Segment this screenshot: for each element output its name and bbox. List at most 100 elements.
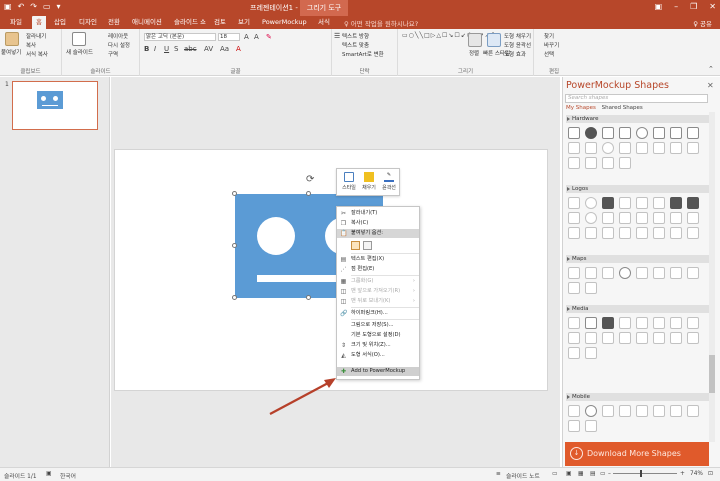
play-icon[interactable] [568,332,580,344]
select-button[interactable]: 선택 [544,50,554,58]
menu-size-position[interactable]: ⇕ 크기 및 위치(Z)... [337,341,419,350]
paste-label[interactable]: 붙여넣기 [1,48,21,56]
paste-options-icon[interactable] [351,241,360,250]
smartart-button[interactable]: SmartArt로 변환 [342,50,384,58]
zoom-in-icon[interactable]: + [680,471,685,477]
mobile-phone-icon[interactable] [619,405,631,417]
arrange-button[interactable]: 정렬 [469,49,479,57]
menu-bring-front[interactable]: ◫ 맨 앞으로 가져오기(R) › [337,287,419,296]
warning-icon[interactable] [602,405,614,417]
menu-hyperlink[interactable]: 🔗 하이퍼링크(H)... [337,309,419,318]
grow-font-icon[interactable]: A [244,33,249,41]
spellcheck-icon[interactable]: ▣ [46,471,51,477]
menu-icon[interactable] [670,405,682,417]
linkedin-logo-icon[interactable] [602,212,614,224]
menu-add-to-powermockup[interactable]: ✚ Add to PowerMockup [337,367,419,376]
download-more-shapes-button[interactable]: ↓ Download More Shapes [565,442,709,466]
twitter-logo-icon[interactable] [670,197,682,209]
headphones-icon[interactable] [636,127,648,139]
format-painter-button[interactable]: 서식 복사 [26,50,48,58]
shape-effects-button[interactable]: 도형 효과 [504,50,526,58]
reddit-logo-icon[interactable] [687,227,699,239]
instagram-logo-icon[interactable] [602,227,614,239]
menu-paste-options[interactable]: 📋 붙여넣기 옵션: [337,229,419,238]
style-button[interactable]: 스타일 [339,172,359,191]
tab-animations[interactable]: 애니메이션 [128,16,166,29]
reading-view-icon[interactable]: ▤ [590,471,595,477]
bicycle-icon[interactable] [585,267,597,279]
font-size-combo[interactable]: 18 [218,33,240,41]
tab-my-shapes[interactable]: My Shapes [566,105,596,111]
tumblr-logo-icon[interactable] [653,227,665,239]
category-logos[interactable]: Logos [566,185,709,193]
bullets-icon[interactable]: ☰ [334,32,340,40]
zoom-out-icon[interactable]: – [608,471,611,477]
forward-icon[interactable] [687,332,699,344]
bus-icon[interactable] [585,282,597,294]
language-indicator[interactable]: 한국어 [60,471,76,480]
microphone-icon[interactable] [653,317,665,329]
disk-icon[interactable] [687,142,699,154]
tab-design[interactable]: 디자인 [75,16,101,29]
strikethrough-icon[interactable]: abc [184,45,197,53]
printer-icon[interactable] [687,127,699,139]
flickr-logo-icon[interactable] [670,227,682,239]
grid-icon[interactable] [636,405,648,417]
tab-review[interactable]: 검토 [210,16,230,29]
rss-logo-icon[interactable] [568,227,580,239]
menu-group[interactable]: ▦ 그룹화(G) › [337,277,419,286]
menu-set-default-shape[interactable]: 기본 도형으로 설정(D) [337,331,419,340]
image-icon[interactable] [568,317,580,329]
tablet-icon[interactable] [568,142,580,154]
ribbon-display-icon[interactable]: ▣ [655,2,663,11]
wifi-icon[interactable] [687,405,699,417]
text-direction-button[interactable]: 텍스트 방향 [342,32,369,40]
map-icon[interactable] [653,267,665,279]
close-icon[interactable]: ✕ [709,2,716,11]
toggle-icon[interactable] [568,405,580,417]
close-icon[interactable]: ✕ [707,81,714,90]
normal-view-icon[interactable]: ▣ [566,471,571,477]
redo-icon[interactable]: ↷ [30,2,37,11]
phone-icon[interactable] [568,157,580,169]
music-note-icon[interactable] [636,332,648,344]
restore-icon[interactable]: ❐ [690,2,697,11]
slide-sorter-icon[interactable]: ▦ [578,471,583,477]
category-mobile[interactable]: Mobile [566,393,709,401]
speaker-volume-icon[interactable] [585,347,597,359]
compass-icon[interactable] [619,267,631,279]
align-text-button[interactable]: 텍스트 맞춤 [342,41,369,49]
tab-shared-shapes[interactable]: Shared Shapes [602,105,643,111]
fit-slide-icon[interactable]: ⊡ [708,471,713,477]
volume-icon[interactable] [653,332,665,344]
cut-button[interactable]: 잘라내기 [26,32,46,40]
char-spacing-icon[interactable]: AV [204,45,213,53]
playlist-icon[interactable] [670,332,682,344]
chrome-logo-icon[interactable] [585,212,597,224]
new-slide-icon[interactable] [72,32,86,46]
undo-icon[interactable]: ↶ [18,2,25,11]
message-icon[interactable] [585,420,597,432]
github-logo-icon[interactable] [619,212,631,224]
start-from-beginning-icon[interactable]: ▭ [43,2,51,11]
film-icon[interactable] [670,317,682,329]
location-icon[interactable] [636,267,648,279]
server-icon[interactable] [670,142,682,154]
youtube-logo-icon[interactable] [687,197,699,209]
new-slide-button[interactable]: 새 슬라이드 [66,48,93,56]
slide-thumbnail[interactable] [12,81,98,130]
skype-logo-icon[interactable] [636,212,648,224]
resize-handle[interactable] [232,191,237,196]
dropbox-logo-icon[interactable] [619,197,631,209]
copy-button[interactable]: 복사 [26,41,36,49]
font-name-combo[interactable]: 맑은 고딕 (본문) [144,33,216,41]
tab-transitions[interactable]: 전환 [104,16,124,29]
layout-button[interactable]: 레이아웃 [108,32,128,40]
find-button[interactable]: 찾기 [544,32,554,40]
facebook-logo-icon[interactable] [602,197,614,209]
pushpin-icon[interactable] [568,282,580,294]
mute-icon[interactable] [568,347,580,359]
shape-outline-button[interactable]: 도형 윤곽선 [504,41,531,49]
usb-icon[interactable] [653,142,665,154]
router-icon[interactable] [619,142,631,154]
